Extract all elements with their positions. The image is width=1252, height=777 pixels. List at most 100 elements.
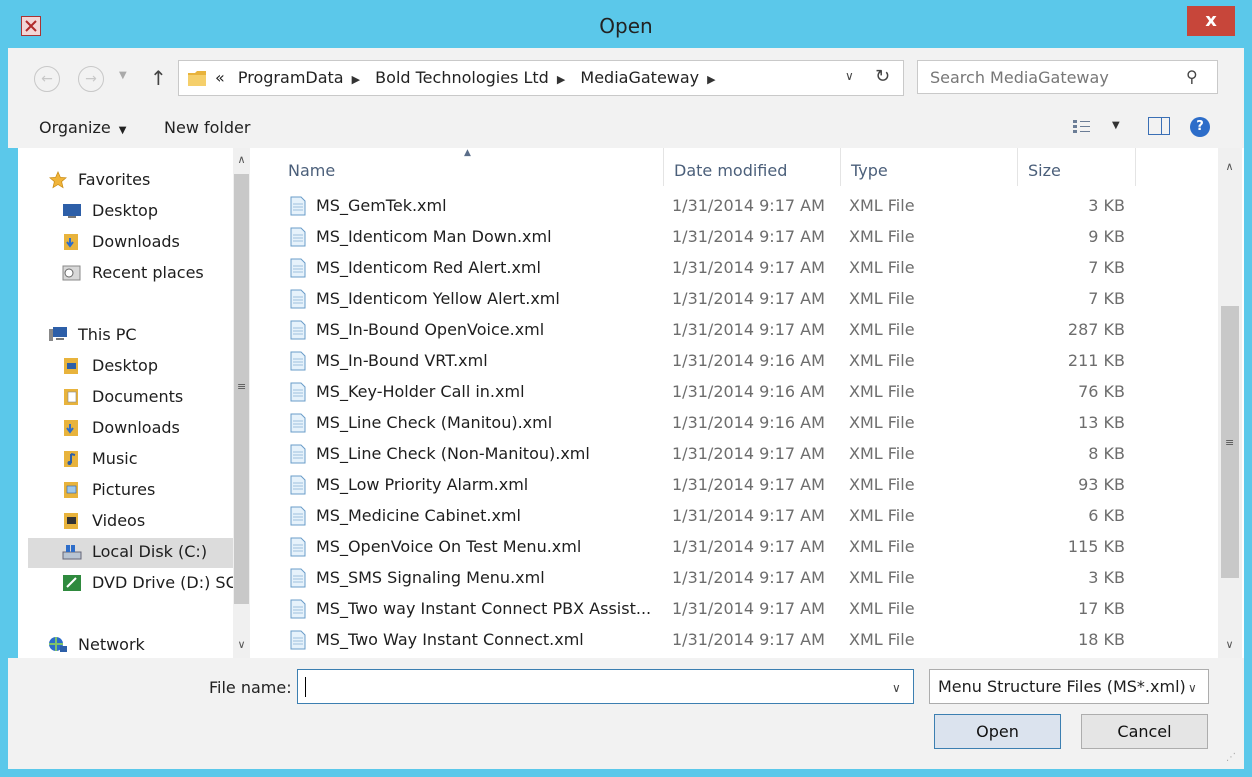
file-row[interactable]: MS_Line Check (Manitou).xml 1/31/2014 9:1… <box>258 407 1218 438</box>
nav-item-local-disk[interactable]: Local Disk (C:) <box>28 538 240 568</box>
file-row[interactable]: MS_SMS Signaling Menu.xml 1/31/2014 9:17 … <box>258 562 1218 593</box>
file-name-label: File name: <box>209 678 292 697</box>
file-type: XML File <box>849 196 915 215</box>
preview-pane-icon[interactable] <box>1148 117 1170 135</box>
search-input[interactable]: Search MediaGateway <box>930 68 1109 87</box>
file-type: XML File <box>849 382 915 401</box>
xml-file-icon <box>290 444 306 464</box>
search-box[interactable]: Search MediaGateway ⚲ <box>917 60 1218 94</box>
breadcrumb-item-programdata[interactable]: ProgramData <box>238 68 344 87</box>
search-icon[interactable]: ⚲ <box>1186 67 1198 86</box>
file-name: MS_Two Way Instant Connect.xml <box>316 630 584 649</box>
file-row[interactable]: MS_Identicom Yellow Alert.xml 1/31/2014 9… <box>258 283 1218 314</box>
nav-pane-scrollbar[interactable]: ∧ ≡ ∨ <box>233 148 250 658</box>
nav-item-desktop-pc[interactable]: Desktop <box>62 352 232 382</box>
column-header-name[interactable]: Name ▲ <box>278 148 664 186</box>
file-date-modified: 1/31/2014 9:17 AM <box>672 475 825 494</box>
file-row[interactable]: MS_Identicom Man Down.xml 1/31/2014 9:17 … <box>258 221 1218 252</box>
file-type: XML File <box>849 630 915 649</box>
file-row[interactable]: MS_Two Way Instant Connect.xml 1/31/2014 … <box>258 624 1218 655</box>
file-name: MS_Line Check (Manitou).xml <box>316 413 553 432</box>
nav-item-desktop[interactable]: Desktop <box>62 197 232 227</box>
breadcrumb-item-bold-technologies[interactable]: Bold Technologies Ltd <box>375 68 549 87</box>
file-type: XML File <box>849 506 915 525</box>
file-row[interactable]: MS_In-Bound OpenVoice.xml 1/31/2014 9:17 … <box>258 314 1218 345</box>
nav-item-dvd-drive[interactable]: DVD Drive (D:) SC <box>62 569 250 599</box>
breadcrumb-overflow[interactable]: « <box>215 68 225 87</box>
address-bar[interactable]: « ProgramData ▶ Bold Technologies Ltd ▶ Me… <box>178 60 904 96</box>
file-row[interactable]: MS_Identicom Red Alert.xml 1/31/2014 9:17… <box>258 252 1218 283</box>
scroll-up-icon[interactable]: ∧ <box>233 151 250 168</box>
file-size: 7 KB <box>1088 289 1125 308</box>
file-row[interactable]: MS_Line Check (Non-Manitou).xml 1/31/2014… <box>258 438 1218 469</box>
back-button[interactable]: ← <box>34 66 60 92</box>
file-size: 8 KB <box>1088 444 1125 463</box>
window-title: Open <box>599 14 653 38</box>
nav-item-documents[interactable]: Documents <box>62 383 232 413</box>
organize-menu-button[interactable]: Organize ▼ <box>39 118 126 137</box>
file-type: XML File <box>849 444 915 463</box>
file-date-modified: 1/31/2014 9:17 AM <box>672 289 825 308</box>
breadcrumb-separator-icon[interactable]: ▶ <box>352 73 360 86</box>
file-row[interactable]: MS_Low Priority Alarm.xml 1/31/2014 9:17 … <box>258 469 1218 500</box>
file-list-scrollbar[interactable]: ∧ ≡ ∨ <box>1218 148 1242 658</box>
file-row[interactable]: MS_Medicine Cabinet.xml 1/31/2014 9:17 AM… <box>258 500 1218 531</box>
file-row[interactable]: MS_GemTek.xml 1/31/2014 9:17 AM XML File 3 … <box>258 190 1218 221</box>
help-icon[interactable]: ? <box>1190 117 1210 137</box>
file-date-modified: 1/31/2014 9:16 AM <box>672 382 825 401</box>
nav-item-recent-places[interactable]: Recent places <box>62 259 232 289</box>
file-row[interactable]: MS_Two way Instant Connect PBX Assist...… <box>258 593 1218 624</box>
nav-item-downloads[interactable]: Downloads <box>62 228 232 258</box>
file-name: MS_Two way Instant Connect PBX Assist... <box>316 599 652 618</box>
file-name: MS_Identicom Man Down.xml <box>316 227 552 246</box>
scroll-down-icon[interactable]: ∨ <box>1221 636 1238 653</box>
view-options-dropdown[interactable]: ▼ <box>1112 120 1120 131</box>
resize-grip-icon[interactable]: ⋰ <box>1226 752 1236 763</box>
file-row[interactable]: MS_In-Bound VRT.xml 1/31/2014 9:16 AM XML … <box>258 345 1218 376</box>
column-header-type[interactable]: Type <box>841 148 1018 186</box>
close-icon: x <box>1205 10 1217 31</box>
up-button[interactable]: ↑ <box>150 66 167 90</box>
breadcrumb: « ProgramData ▶ Bold Technologies Ltd ▶ Me… <box>215 68 726 87</box>
file-type: XML File <box>849 599 915 618</box>
change-view-icon[interactable] <box>1072 118 1092 134</box>
new-folder-button[interactable]: New folder <box>164 118 250 137</box>
file-name-input[interactable]: ∨ <box>297 669 914 704</box>
breadcrumb-separator-icon[interactable]: ▶ <box>557 73 565 86</box>
up-arrow-icon: ↑ <box>150 66 167 90</box>
file-row[interactable]: MS_OpenVoice On Test Menu.xml 1/31/2014 9… <box>258 531 1218 562</box>
star-icon <box>49 171 67 189</box>
breadcrumb-separator-icon[interactable]: ▶ <box>707 73 715 86</box>
scroll-down-icon[interactable]: ∨ <box>233 636 250 653</box>
file-size: 115 KB <box>1067 537 1125 556</box>
nav-item-music[interactable]: Music <box>62 445 232 475</box>
recent-locations-dropdown[interactable]: ▼ <box>119 70 127 81</box>
file-row[interactable]: MS_Key-Holder Call in.xml 1/31/2014 9:16 … <box>258 376 1218 407</box>
close-button[interactable]: x <box>1187 6 1235 36</box>
nav-item-this-pc[interactable]: This PC <box>48 321 228 351</box>
file-type: XML File <box>849 227 915 246</box>
column-header-size[interactable]: Size <box>1018 148 1136 186</box>
refresh-icon[interactable]: ↻ <box>875 66 890 87</box>
file-date-modified: 1/31/2014 9:17 AM <box>672 630 825 649</box>
open-button[interactable]: Open <box>934 714 1061 749</box>
nav-item-downloads-pc[interactable]: Downloads <box>62 414 232 444</box>
nav-item-favorites[interactable]: Favorites <box>48 166 228 196</box>
xml-file-icon <box>290 599 306 619</box>
file-type-filter-value: Menu Structure Files (MS*.xml) <box>938 677 1186 696</box>
browser-content: Favorites Desktop Downloads Recent place… <box>18 148 1244 658</box>
cancel-button[interactable]: Cancel <box>1081 714 1208 749</box>
file-name-dropdown-icon[interactable]: ∨ <box>892 681 901 695</box>
forward-button[interactable]: → <box>78 66 104 92</box>
nav-item-network[interactable]: Network <box>48 631 228 658</box>
nav-item-videos[interactable]: Videos <box>62 507 232 537</box>
nav-item-pictures[interactable]: Pictures <box>62 476 232 506</box>
scroll-up-icon[interactable]: ∧ <box>1221 158 1238 175</box>
column-header-date-modified[interactable]: Date modified <box>664 148 841 186</box>
file-date-modified: 1/31/2014 9:17 AM <box>672 196 825 215</box>
address-history-dropdown[interactable]: ∨ <box>845 69 854 83</box>
xml-file-icon <box>290 258 306 278</box>
file-name: MS_In-Bound VRT.xml <box>316 351 488 370</box>
breadcrumb-item-mediagateway[interactable]: MediaGateway <box>580 68 699 87</box>
file-type-filter-select[interactable]: Menu Structure Files (MS*.xml) ∨ <box>929 669 1209 704</box>
